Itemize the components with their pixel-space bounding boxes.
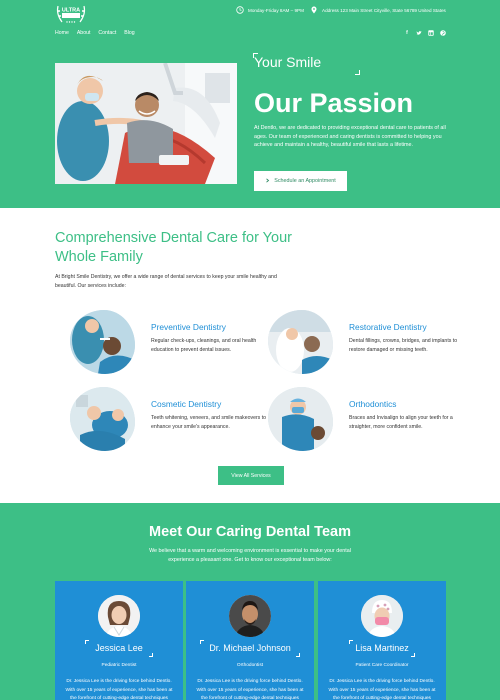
schedule-appointment-label: Schedule an Appointment [274,178,336,184]
social-links: f [404,30,446,36]
logo[interactable]: ULTRA [54,2,88,26]
name-corner-bottom-right [411,653,415,657]
service-restorative-image [268,310,333,374]
service-cosmetic[interactable]: Cosmetic Dentistry Teeth whitening, vene… [55,387,266,457]
team-card-lisa[interactable]: Lisa Martinez Patient Care Coordinator D… [318,581,446,700]
twitter-icon[interactable] [416,30,422,36]
main-nav: Home About Contact Blog [55,30,135,36]
location-pin-icon [310,6,318,14]
service-name: Cosmetic Dentistry [151,399,222,409]
team-title: Meet Our Caring Dental Team [149,524,351,540]
nav-about[interactable]: About [77,30,91,36]
hero-section: ULTRA Monday-Friday 8AM – 9PM Address 12… [0,0,500,208]
service-preventive[interactable]: Preventive Dentistry Regular check-ups, … [55,310,256,380]
avatar [229,595,271,637]
team-intro: We believe that a warm and welcoming env… [149,548,351,563]
nav-home[interactable]: Home [55,30,69,36]
hours-info: Monday-Friday 8AM – 9PM [236,6,304,14]
member-bio: Dr. Jessica Lee is the driving force beh… [328,679,436,700]
hero-title: Our Passion [254,88,414,118]
linkedin-icon[interactable] [428,30,434,36]
member-bio: Dr. Jessica Lee is the driving force beh… [65,679,173,700]
member-name: Dr. Michael Johnson [209,643,291,653]
schedule-appointment-button[interactable]: Schedule an Appointment [254,171,347,191]
service-name: Preventive Dentistry [151,322,226,332]
service-orthodontics[interactable]: Orthodontics Braces and Invisalign to al… [253,387,453,457]
service-restorative[interactable]: Restorative Dentistry Dental fillings, c… [253,310,457,380]
pinterest-icon[interactable] [440,30,446,36]
logo-text: ULTRA [62,8,80,14]
member-bio: Dr. Jessica Lee is the driving force beh… [196,679,304,700]
address-info: Address 123 Main Street Cityville, State… [310,6,446,14]
name-corner-bottom-right [296,653,300,657]
member-name: Lisa Martinez [355,643,409,653]
hours-text: Monday-Friday 8AM – 9PM [248,7,304,13]
service-name: Restorative Dentistry [349,322,427,332]
avatar [361,595,403,637]
nav-blog[interactable]: Blog [124,30,134,36]
hero-dental-photo [55,63,237,184]
hero-tagline: Your Smile [254,54,322,70]
member-role: Orthodontist [236,663,264,668]
service-name: Orthodontics [349,399,397,409]
service-description: Braces and Invisalign to align your teet… [349,415,453,430]
nav-contact[interactable]: Contact [98,30,116,36]
view-all-services-button[interactable]: View All Services [218,466,284,485]
service-description: Dental fillings, crowns, bridges, and im… [349,338,458,353]
services-title: Comprehensive Dental Care for Your Whole… [55,230,292,265]
member-role: Pediatric Dentist [101,663,137,668]
member-role: Patient Care Coordinator [355,663,409,668]
member-name: Jessica Lee [95,643,143,653]
services-intro: At Bright Smile Dentistry, we offer a wi… [55,274,277,289]
clock-icon [236,6,244,14]
avatar [98,595,140,637]
service-orthodontics-image [268,387,333,451]
tagline-corner-bottom-right [355,70,360,75]
service-preventive-image [70,310,135,374]
team-card-michael[interactable]: Dr. Michael Johnson Orthodontist Dr. Jes… [186,581,314,700]
address-text: Address 123 Main Street Cityville, State… [322,7,446,13]
team-card-jessica[interactable]: Jessica Lee Pediatric Dentist Dr. Jessic… [55,581,183,700]
name-corner-bottom-right [149,653,153,657]
service-cosmetic-image [70,387,135,451]
facebook-icon[interactable]: f [404,30,410,36]
chevron-right-icon [265,177,270,185]
hero-text: At Dentlo, we are dedicated to providing… [254,125,446,149]
team-section: Meet Our Caring Dental Team We believe t… [0,503,500,700]
